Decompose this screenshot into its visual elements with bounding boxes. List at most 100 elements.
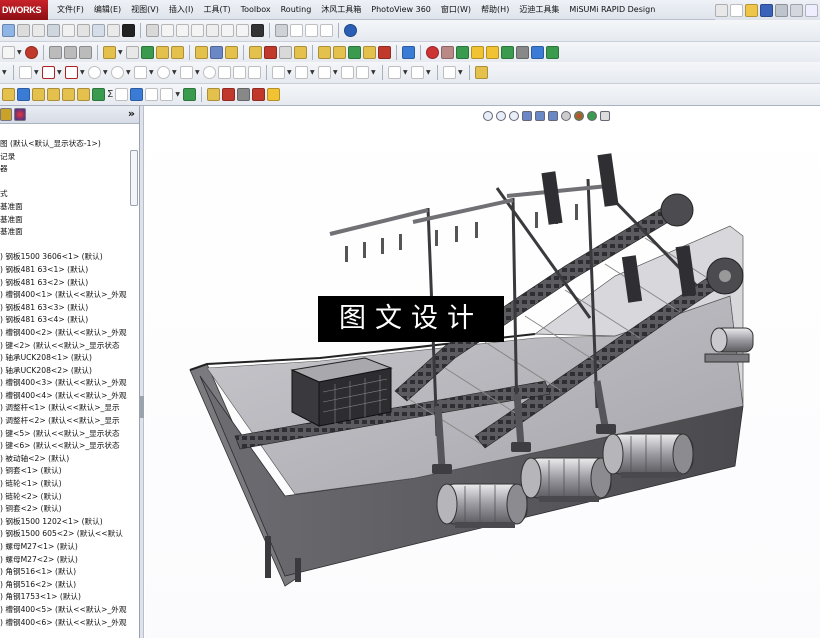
construction-icon[interactable] [233, 66, 246, 79]
appearance-icon[interactable] [25, 46, 38, 59]
chevron-down-icon[interactable]: ▼ [175, 91, 181, 98]
tree-item[interactable]: ) 链轮<2> (默认) [0, 491, 130, 504]
undo-icon[interactable] [790, 3, 803, 17]
tree-item[interactable]: 基准面 [0, 214, 130, 227]
interference-icon[interactable] [249, 46, 262, 59]
tree-item[interactable]: ) 被动轴<2> (默认) [0, 453, 130, 466]
chevron-down-icon[interactable]: ▼ [80, 69, 86, 76]
rotate-icon[interactable] [225, 46, 238, 59]
tree-item[interactable]: ) 角钢1753<1> (默认) [0, 591, 130, 604]
tree-item[interactable]: ) 钢板1500 1202<1> (默认) [0, 516, 130, 529]
tree-item[interactable]: ) 键<6> (默认<<默认>_显示状态 [0, 440, 130, 453]
chevron-down-icon[interactable]: ▼ [103, 69, 109, 76]
curve-pattern-icon[interactable] [378, 46, 391, 59]
menu-routing[interactable]: Routing [276, 0, 317, 20]
measure-icon[interactable] [77, 24, 90, 37]
component-icon[interactable] [64, 46, 77, 59]
chevron-down-icon[interactable]: ▼ [403, 69, 409, 76]
tree-item[interactable]: ) 钢板1500 605<2> (默认<<默认 [0, 528, 130, 541]
thickness-icon[interactable] [160, 88, 174, 101]
chevron-down-icon[interactable]: ▼ [333, 69, 339, 76]
settings-icon[interactable] [47, 24, 60, 37]
render-icon[interactable] [456, 46, 469, 59]
chevron-down-icon[interactable]: ▼ [17, 49, 23, 56]
weld-icon[interactable] [264, 46, 277, 59]
tree-item[interactable]: ) 螺母M27<1> (默认) [0, 541, 130, 554]
grid-icon[interactable] [62, 24, 75, 37]
offset-icon[interactable] [318, 66, 331, 79]
tree-item[interactable]: ) 钢板481 63<2> (默认) [0, 277, 130, 290]
magnet-icon[interactable] [279, 46, 292, 59]
chevron-down-icon[interactable]: ▼ [34, 69, 40, 76]
palette-icon[interactable] [122, 24, 135, 37]
pencil-icon[interactable] [126, 46, 139, 59]
panel-splitter[interactable] [140, 106, 144, 638]
tree-item[interactable]: ) 角钢516<2> (默认) [0, 579, 130, 592]
camera-view-icon[interactable] [516, 46, 529, 59]
check-icon[interactable] [47, 88, 60, 101]
save-icon[interactable] [760, 3, 773, 17]
options-icon[interactable] [17, 24, 30, 37]
menu-maidi-tools[interactable]: 迈迪工具集 [514, 0, 564, 20]
chevron-down-icon[interactable]: ▼ [287, 69, 293, 76]
machine-3d-model[interactable] [145, 106, 820, 638]
tree-item[interactable]: 式 [0, 188, 130, 201]
chevron-down-icon[interactable]: ▼ [195, 69, 201, 76]
zoom-fit-icon[interactable] [32, 24, 45, 37]
tree-item[interactable]: 器 [0, 163, 130, 176]
color-icon[interactable] [252, 88, 266, 101]
photoview-icon[interactable] [531, 46, 544, 59]
undercut-icon[interactable] [145, 88, 159, 101]
chevron-down-icon[interactable]: ▼ [371, 69, 377, 76]
chevron-down-icon[interactable]: ▼ [310, 69, 316, 76]
tree-item[interactable]: ) 槽钢400<1> (默认<<默认>_外观 [0, 289, 130, 302]
pin-icon[interactable] [715, 3, 728, 17]
chevron-down-icon[interactable]: ▼ [172, 69, 178, 76]
symmetry-icon[interactable] [183, 88, 197, 101]
simulation-icon[interactable] [267, 88, 281, 101]
color-wheel-icon[interactable] [426, 46, 439, 59]
trim-icon[interactable] [295, 66, 308, 79]
pattern-sketch-icon[interactable] [356, 66, 369, 79]
menu-toolbox[interactable]: Toolbox [236, 0, 276, 20]
chevron-down-icon[interactable]: ▼ [2, 69, 8, 76]
clearance-icon[interactable] [92, 88, 105, 101]
zebra-icon[interactable] [222, 88, 236, 101]
linear-pattern-icon[interactable] [318, 46, 331, 59]
mirror-icon[interactable] [348, 46, 361, 59]
tree-item[interactable]: 图 (默认<默认_显示状态-1>) [0, 138, 130, 151]
tree-item[interactable]: ) 槽钢400<2> (默认<<默认>_外观 [0, 327, 130, 340]
smart-fastener-icon[interactable] [195, 46, 208, 59]
flag-icon[interactable] [294, 46, 307, 59]
graphics-area[interactable]: 图文设计 [145, 106, 820, 638]
pointer-icon[interactable] [2, 46, 15, 59]
print-icon[interactable] [775, 3, 788, 17]
chevron-down-icon[interactable]: ▼ [149, 69, 155, 76]
chevron-down-icon[interactable]: ▼ [458, 69, 464, 76]
quick-snaps-icon[interactable] [443, 66, 456, 79]
tree-scrollbar-thumb[interactable] [130, 150, 138, 206]
text-icon[interactable] [248, 66, 261, 79]
tree-item[interactable]: ) 铜套<1> (默认) [0, 465, 130, 478]
hide-icon[interactable] [79, 46, 92, 59]
menu-edit[interactable]: 编辑(E) [89, 0, 126, 20]
chevron-down-icon[interactable]: ▼ [126, 69, 132, 76]
tree-item[interactable]: ) 铜套<2> (默认) [0, 503, 130, 516]
tree-item[interactable]: ) 轴承UCK208<1> (默认) [0, 352, 130, 365]
arc-icon[interactable] [111, 66, 124, 79]
circular-pattern-icon[interactable] [333, 46, 346, 59]
tree-item[interactable]: ) 槽钢400<4> (默认<<默认>_外观 [0, 390, 130, 403]
move-icon[interactable] [210, 46, 223, 59]
menu-help[interactable]: 帮助(H) [476, 0, 514, 20]
tree-item[interactable]: ) 调整杆<2> (默认<<默认>_显示 [0, 415, 130, 428]
tab-property-manager[interactable] [0, 108, 12, 121]
page-icon[interactable] [290, 24, 303, 37]
tree-item[interactable]: ) 调整杆<1> (默认<<默认>_显示 [0, 402, 130, 415]
sensor-icon[interactable] [115, 88, 129, 101]
rapid-sketch-icon[interactable] [475, 66, 488, 79]
line-icon[interactable] [19, 66, 32, 79]
checkbox-icon[interactable] [77, 88, 90, 101]
ellipse-icon[interactable] [157, 66, 170, 79]
spline-icon[interactable] [134, 66, 147, 79]
menu-view[interactable]: 视图(V) [126, 0, 164, 20]
